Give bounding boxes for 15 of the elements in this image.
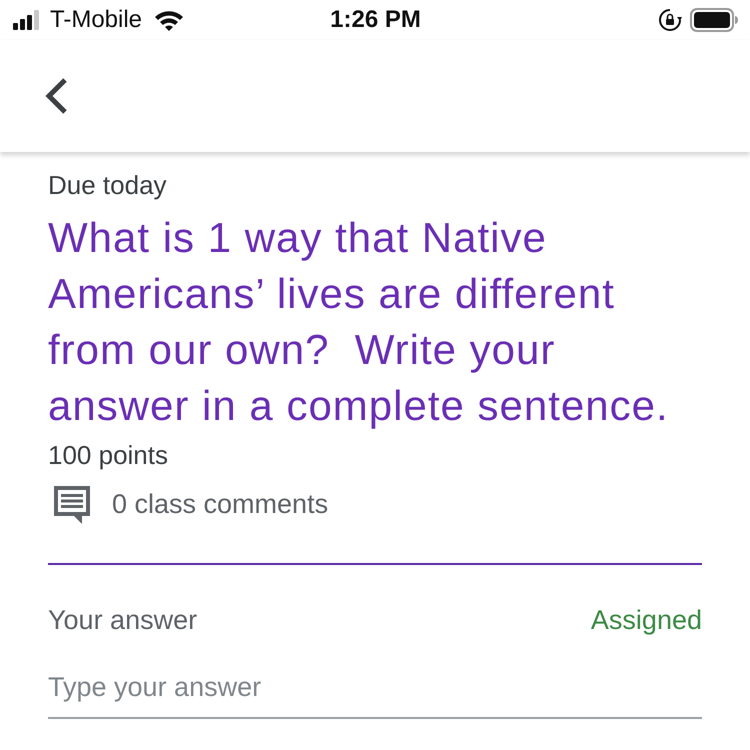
comment-icon	[52, 484, 92, 524]
signal-icon	[13, 10, 40, 30]
battery-icon	[690, 8, 738, 32]
answer-field[interactable]: Type your answer	[48, 672, 702, 719]
due-date-text: Due today	[48, 169, 168, 202]
wifi-icon	[154, 9, 184, 31]
answer-label: Your answer	[48, 605, 198, 636]
class-comments-link[interactable]: 0 class comments	[112, 488, 328, 520]
back-chevron-icon	[44, 78, 68, 114]
rotation-lock-icon	[658, 8, 682, 32]
status-text: Assigned	[590, 605, 702, 636]
points-text: 100 points	[48, 439, 169, 472]
carrier-name: T-Mobile	[50, 6, 142, 34]
status-time: 1:26 PM	[330, 6, 421, 34]
assignment-title: What is 1 way that Native Americans’ lives are different from our own? Write your answer in a complete sentence.	[48, 213, 670, 431]
